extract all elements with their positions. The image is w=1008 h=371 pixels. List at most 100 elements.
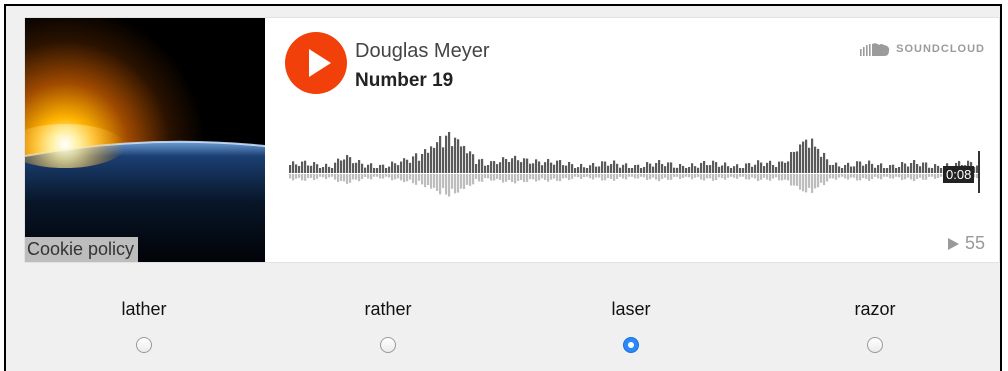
option-radio-rather[interactable]: [380, 337, 396, 353]
waveform-reflection-bar: [874, 174, 877, 177]
waveform-bar: [670, 162, 673, 173]
waveform-reflection-bar: [895, 174, 898, 177]
waveform-bar: [871, 163, 874, 173]
waveform-bar: [571, 164, 574, 173]
waveform-reflection-bar: [757, 174, 760, 182]
waveform-bar: [298, 165, 301, 173]
waveform-reflection-bar: [415, 174, 418, 185]
waveform-bar: [649, 163, 652, 173]
option-radio-razor[interactable]: [867, 337, 883, 353]
waveform-bar: [523, 158, 526, 173]
waveform-reflection-bar: [775, 174, 778, 178]
waveform-reflection-bar: [595, 174, 598, 178]
waveform-bar: [652, 166, 655, 173]
waveform-reflection-bar: [670, 174, 673, 180]
waveform-bar: [559, 160, 562, 173]
waveform-bar: [703, 161, 706, 173]
waveform-bar: [358, 160, 361, 173]
waveform-reflection-bar: [667, 174, 670, 180]
waveform-bar: [457, 139, 460, 173]
waveform-bar: [832, 164, 835, 173]
waveform-bar: [751, 166, 754, 173]
waveform-reflection-bar: [709, 174, 712, 179]
waveform-reflection-bar: [508, 174, 511, 181]
waveform-reflection-bar: [457, 174, 460, 193]
waveform-bar: [724, 162, 727, 173]
waveform-reflection-bar: [808, 174, 811, 188]
option-radio-laser[interactable]: [623, 337, 639, 353]
option-radio-lather[interactable]: [136, 337, 152, 353]
soundcloud-logo[interactable]: SOUNDCLOUD: [860, 42, 985, 56]
waveform-reflection-bar: [475, 174, 478, 179]
waveform-bar: [619, 167, 622, 173]
cookie-policy-link[interactable]: Cookie policy: [25, 237, 139, 262]
waveform-reflection-bar: [379, 174, 382, 179]
play-icon: [309, 49, 331, 77]
waveform-bar: [301, 161, 304, 173]
waveform-reflection-bar: [433, 174, 436, 188]
waveform-reflection-bar: [352, 174, 355, 180]
waveform-reflection-bar: [703, 174, 706, 181]
waveform-reflection-bar: [469, 174, 472, 186]
waveform-bar: [352, 163, 355, 173]
waveform-reflection-bar: [424, 174, 427, 188]
waveform-reflection-bar: [760, 174, 763, 180]
waveform-reflection-bar: [472, 174, 475, 185]
waveform-reflection-bar: [382, 174, 385, 179]
waveform-reflection-bar: [586, 174, 589, 177]
waveform-reflection-bar: [613, 174, 616, 181]
waveform-reflection-bar: [832, 174, 835, 179]
waveform-bar: [394, 163, 397, 173]
waveform-reflection-bar: [877, 174, 880, 179]
waveform-reflection-bar: [487, 174, 490, 179]
track-artwork[interactable]: Cookie policy: [25, 18, 265, 262]
waveform-bar: [490, 161, 493, 173]
waveform-reflection-bar: [748, 174, 751, 180]
waveform-bar: [382, 164, 385, 173]
soundcloud-brand-text: SOUNDCLOUD: [896, 43, 985, 55]
waveform-bar: [562, 165, 565, 173]
waveform-reflection-bar: [655, 174, 658, 180]
waveform-bar: [754, 164, 757, 173]
waveform-bar: [838, 166, 841, 173]
waveform-bar: [328, 166, 331, 173]
waveform-bar: [691, 163, 694, 173]
waveform-bar: [721, 165, 724, 173]
waveform-bar: [478, 159, 481, 173]
waveform-reflection-bar: [847, 174, 850, 180]
waveform-reflection-bar: [688, 174, 691, 178]
waveform-bar: [340, 160, 343, 173]
waveform-reflection-bar: [520, 174, 523, 180]
waveform-reflection-bar: [724, 174, 727, 180]
waveform-reflection-bar: [799, 174, 802, 190]
waveform-bar: [517, 160, 520, 173]
track-title[interactable]: Number 19: [355, 70, 453, 92]
play-button[interactable]: [285, 32, 347, 94]
waveform-reflection-bar: [778, 174, 781, 181]
waveform-reflection-bar: [298, 174, 301, 178]
waveform-bar: [292, 161, 295, 173]
waveform-reflection-bar: [331, 174, 334, 177]
waveform-reflection-bar: [412, 174, 415, 184]
waveform-reflection-bar: [880, 174, 883, 180]
artist-name[interactable]: Douglas Meyer: [355, 40, 490, 63]
waveform-reflection-bar: [679, 174, 682, 179]
waveform-reflection-bar: [460, 174, 463, 189]
waveform-reflection-bar: [442, 174, 445, 189]
waveform-bar: [718, 166, 721, 173]
waveform-reflection-bar: [913, 174, 916, 182]
waveform-reflection-bar: [910, 174, 913, 180]
waveform-reflection-bar: [796, 174, 799, 186]
waveform-bar: [418, 160, 421, 173]
waveform-reflection-bar: [838, 174, 841, 178]
waveform-reflection-bar: [790, 174, 793, 186]
waveform-reflection-bar: [619, 174, 622, 177]
waveform-reflection-bar: [394, 174, 397, 180]
waveform-bar: [628, 167, 631, 173]
waveform-bar: [844, 165, 847, 173]
waveform-bar: [904, 163, 907, 173]
waveform-reflection-bar: [871, 174, 874, 180]
waveform-bar: [847, 162, 850, 173]
waveform[interactable]: [289, 123, 981, 213]
waveform-reflection-bar: [361, 174, 364, 180]
